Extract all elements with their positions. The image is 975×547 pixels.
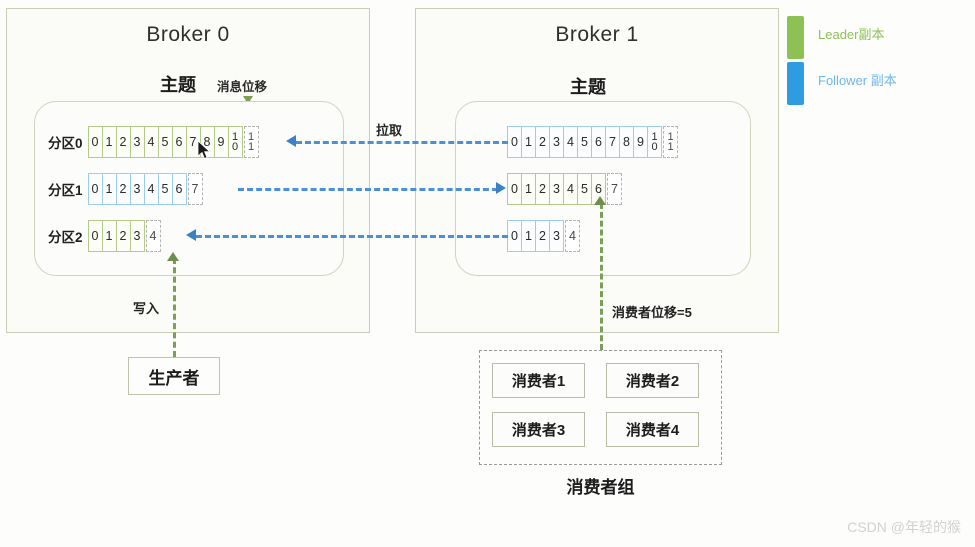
offset-cell: 3 bbox=[129, 220, 145, 252]
partition-cells: 0 1 2 3 4 5 6 7 8 9 10 11 bbox=[507, 126, 678, 158]
offset-cell-next: 4 bbox=[565, 220, 580, 252]
offset-cell: 6 bbox=[591, 126, 606, 158]
offset-cell: 1 bbox=[521, 220, 536, 252]
offset-cell: 5 bbox=[577, 126, 592, 158]
offset-cell: 4 bbox=[563, 173, 578, 205]
offset-cell: 7 bbox=[605, 126, 620, 158]
offset-cell: 5 bbox=[157, 173, 173, 205]
replication-line-partition-1 bbox=[238, 188, 498, 191]
broker-1-topic-label: 主题 bbox=[570, 77, 606, 97]
offset-cell: 2 bbox=[535, 220, 550, 252]
broker-0-title: Broker 0 bbox=[146, 23, 230, 46]
offset-cell: 5 bbox=[157, 126, 173, 158]
offset-cell-next: 7 bbox=[607, 173, 622, 205]
legend-swatch-leader bbox=[787, 16, 804, 59]
offset-cell: 0 bbox=[87, 126, 103, 158]
offset-cell: 0 bbox=[507, 173, 522, 205]
partition-cells: 0 1 2 3 4 bbox=[507, 220, 580, 252]
consumer-offset-line bbox=[600, 203, 603, 350]
broker-0-partition-1-row: 分区1 0 1 2 3 4 5 6 7 bbox=[48, 173, 203, 205]
offset-cell: 5 bbox=[577, 173, 592, 205]
consumer-group-label: 消费者组 bbox=[566, 478, 635, 497]
offset-cell: 0 bbox=[87, 173, 103, 205]
offset-cell-stacked: 10 bbox=[227, 126, 243, 158]
legend-label-follower: Follower 副本 bbox=[818, 73, 897, 88]
offset-cell: 1 bbox=[101, 220, 117, 252]
offset-cell: 1 bbox=[101, 173, 117, 205]
offset-cell-next: 11 bbox=[243, 126, 259, 158]
producer-box[interactable]: 生产者 bbox=[128, 357, 220, 395]
mouse-cursor-icon bbox=[198, 141, 211, 160]
offset-cell: 2 bbox=[535, 173, 550, 205]
offset-cell: 4 bbox=[143, 173, 159, 205]
offset-cell: 2 bbox=[115, 126, 131, 158]
replication-line-partition-2 bbox=[196, 235, 508, 238]
diagram-canvas: Broker 0 主题 消息位移 分区0 0 1 2 3 4 5 6 7 8 9… bbox=[0, 0, 975, 547]
offset-cell: 3 bbox=[129, 173, 145, 205]
consumer-4-box[interactable]: 消费者4 bbox=[606, 412, 699, 447]
message-offset-label: 消息位移 bbox=[217, 80, 268, 94]
legend-label-leader: Leader副本 bbox=[818, 27, 885, 42]
replication-arrowhead-left-partition-2 bbox=[186, 229, 196, 241]
offset-cell: 4 bbox=[143, 126, 159, 158]
offset-cell: 0 bbox=[507, 126, 522, 158]
offset-cell-next: 7 bbox=[187, 173, 203, 205]
consumer-offset-arrowhead-icon bbox=[594, 196, 606, 205]
partition-label: 分区1 bbox=[48, 183, 83, 198]
offset-cell: 6 bbox=[171, 173, 187, 205]
write-label: 写入 bbox=[133, 301, 160, 316]
offset-cell: 1 bbox=[521, 173, 536, 205]
offset-cell: 2 bbox=[115, 173, 131, 205]
write-arrowhead-icon bbox=[167, 252, 179, 261]
legend-swatch-follower bbox=[787, 62, 804, 105]
broker-1-title: Broker 1 bbox=[555, 23, 639, 46]
offset-cell-next: 11 bbox=[663, 126, 678, 158]
consumer-3-box[interactable]: 消费者3 bbox=[492, 412, 585, 447]
offset-cell-stacked: 10 bbox=[647, 126, 662, 158]
partition-label: 分区0 bbox=[48, 136, 83, 151]
replication-arrowhead-right-partition-1 bbox=[496, 182, 506, 194]
broker-0-partition-2-row: 分区2 0 1 2 3 4 bbox=[48, 220, 161, 252]
write-line bbox=[173, 258, 176, 357]
partition-cells: 0 1 2 3 4 5 6 7 bbox=[87, 173, 203, 205]
offset-cell: 3 bbox=[549, 220, 564, 252]
broker-1-partition-2-row: 0 1 2 3 4 bbox=[507, 220, 580, 252]
offset-cell: 2 bbox=[535, 126, 550, 158]
offset-cell: 0 bbox=[87, 220, 103, 252]
replication-line-partition-0 bbox=[296, 141, 508, 144]
offset-cell-next: 4 bbox=[145, 220, 161, 252]
offset-cell: 8 bbox=[619, 126, 634, 158]
offset-cell: 6 bbox=[171, 126, 187, 158]
offset-cell: 3 bbox=[549, 173, 564, 205]
broker-0-topic-label: 主题 bbox=[160, 75, 196, 95]
offset-cell: 0 bbox=[507, 220, 522, 252]
partition-cells: 0 1 2 3 4 5 6 7 8 9 10 11 bbox=[87, 126, 259, 158]
pull-label: 拉取 bbox=[376, 123, 403, 138]
offset-cell: 9 bbox=[633, 126, 648, 158]
consumer-2-box[interactable]: 消费者2 bbox=[606, 363, 699, 398]
offset-cell: 1 bbox=[101, 126, 117, 158]
broker-1-partition-0-row: 0 1 2 3 4 5 6 7 8 9 10 11 bbox=[507, 126, 678, 158]
replication-arrowhead-left-partition-0 bbox=[286, 135, 296, 147]
partition-cells: 0 1 2 3 4 bbox=[87, 220, 161, 252]
offset-cell: 2 bbox=[115, 220, 131, 252]
offset-cell: 4 bbox=[563, 126, 578, 158]
offset-cell: 1 bbox=[521, 126, 536, 158]
partition-label: 分区2 bbox=[48, 230, 83, 245]
offset-cell: 3 bbox=[549, 126, 564, 158]
offset-cell: 9 bbox=[213, 126, 229, 158]
watermark: CSDN @年轻的猴 bbox=[847, 519, 961, 535]
consumer-1-box[interactable]: 消费者1 bbox=[492, 363, 585, 398]
offset-cell: 3 bbox=[129, 126, 145, 158]
broker-0-partition-0-row: 分区0 0 1 2 3 4 5 6 7 8 9 10 11 bbox=[48, 126, 259, 158]
consumer-offset-label: 消费者位移=5 bbox=[612, 305, 692, 320]
